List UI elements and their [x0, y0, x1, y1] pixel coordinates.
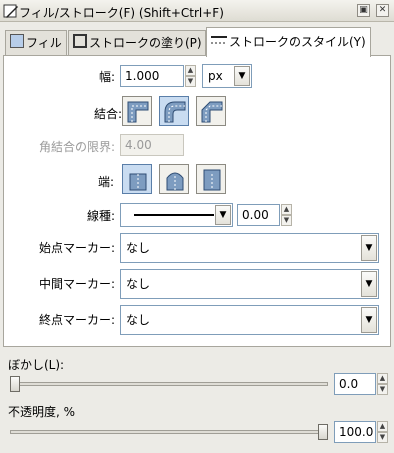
tab-label: ストロークのスタイル(Y) [229, 35, 366, 49]
mid-marker-select[interactable]: なし ▼ [120, 269, 379, 299]
bevel-join-button[interactable] [196, 96, 226, 126]
butt-cap-button[interactable] [122, 164, 152, 194]
width-input[interactable]: 1.000 [120, 65, 184, 87]
miter-limit-label: 角結合の限界: [38, 140, 115, 154]
spin-down-icon[interactable]: ▼ [377, 384, 388, 395]
unit-value: px [208, 69, 223, 83]
opacity-stepper[interactable]: ▲ ▼ [377, 421, 388, 443]
unit-select[interactable]: px ▼ [202, 64, 252, 88]
chevron-down-icon[interactable]: ▼ [234, 66, 250, 86]
spin-down-icon[interactable]: ▼ [377, 432, 388, 443]
end-marker-label: 終点マーカー: [38, 313, 115, 327]
miter-join-button[interactable] [122, 96, 152, 126]
spin-up-icon[interactable]: ▲ [281, 204, 292, 215]
opacity-label: 不透明度, % [8, 405, 76, 419]
width-stepper[interactable]: ▲ ▼ [185, 65, 196, 87]
dialog-titlebar: フィル/ストローク(F) (Shift+Ctrl+F) ▣ ✕ [0, 0, 394, 22]
miter-limit-input: 4.00 [120, 134, 184, 156]
start-marker-label: 始点マーカー: [38, 241, 115, 255]
mid-marker-value: なし [126, 277, 151, 291]
bevel-join-icon [201, 101, 223, 123]
join-label: 結合: [93, 107, 122, 121]
tab-stroke-style[interactable]: ストロークのスタイル(Y) [206, 27, 371, 57]
square-cap-icon [203, 169, 221, 191]
blur-stepper[interactable]: ▲ ▼ [377, 373, 388, 395]
round-cap-button[interactable] [159, 164, 189, 194]
close-button[interactable]: ✕ [376, 4, 389, 17]
mid-marker-label: 中間マーカー: [38, 277, 115, 291]
opacity-slider-track[interactable] [10, 430, 328, 434]
spin-down-icon[interactable]: ▼ [281, 215, 292, 226]
opacity-input[interactable]: 100.0 [334, 421, 376, 443]
blur-slider-track[interactable] [10, 382, 328, 386]
opacity-slider-thumb[interactable] [318, 424, 328, 440]
chevron-down-icon[interactable]: ▼ [361, 235, 377, 261]
butt-cap-icon [129, 173, 147, 191]
blur-input[interactable]: 0.0 [334, 373, 376, 395]
fill-stroke-icon [3, 3, 19, 19]
miter-join-icon [127, 101, 149, 123]
end-marker-value: なし [126, 313, 151, 327]
spin-up-icon[interactable]: ▲ [185, 65, 196, 76]
tab-label: ストロークの塗り(P) [89, 36, 202, 50]
stroke-style-panel: 幅: 1.000 ▲ ▼ px ▼ 結合: 角結合の限界: 4.00 端: 線種… [3, 55, 391, 347]
spin-up-icon[interactable]: ▲ [377, 373, 388, 384]
dialog-title: フィル/ストローク(F) (Shift+Ctrl+F) [19, 6, 224, 20]
round-cap-icon [166, 172, 184, 191]
stroke-paint-icon [73, 32, 87, 56]
spin-down-icon[interactable]: ▼ [185, 76, 196, 87]
tab-stroke-paint[interactable]: ストロークの塗り(P) [68, 30, 206, 56]
spin-up-icon[interactable]: ▲ [377, 421, 388, 432]
square-cap-button[interactable] [196, 164, 226, 194]
cap-label: 端: [97, 175, 114, 189]
start-marker-select[interactable]: なし ▼ [120, 233, 379, 263]
fill-swatch-icon [10, 32, 24, 56]
tab-label: フィル [26, 36, 62, 50]
width-label: 幅: [98, 70, 115, 84]
chevron-down-icon[interactable]: ▼ [361, 307, 377, 333]
stroke-style-icon [211, 29, 227, 57]
end-marker-select[interactable]: なし ▼ [120, 305, 379, 335]
dock-menu-button[interactable]: ▣ [357, 4, 370, 17]
chevron-down-icon[interactable]: ▼ [215, 205, 231, 225]
dash-pattern-select[interactable]: ▼ [120, 203, 233, 227]
blur-label: ぼかし(L): [8, 358, 65, 372]
round-join-button[interactable] [159, 96, 189, 126]
dash-offset-input[interactable]: 0.00 [237, 204, 280, 226]
round-join-icon [164, 101, 186, 123]
solid-line-icon [134, 214, 214, 216]
dash-label: 線種: [86, 209, 115, 223]
dash-offset-stepper[interactable]: ▲ ▼ [281, 204, 292, 226]
chevron-down-icon[interactable]: ▼ [361, 271, 377, 297]
start-marker-value: なし [126, 241, 151, 255]
tab-fill[interactable]: フィル [5, 30, 67, 56]
blur-slider-thumb[interactable] [10, 376, 20, 392]
